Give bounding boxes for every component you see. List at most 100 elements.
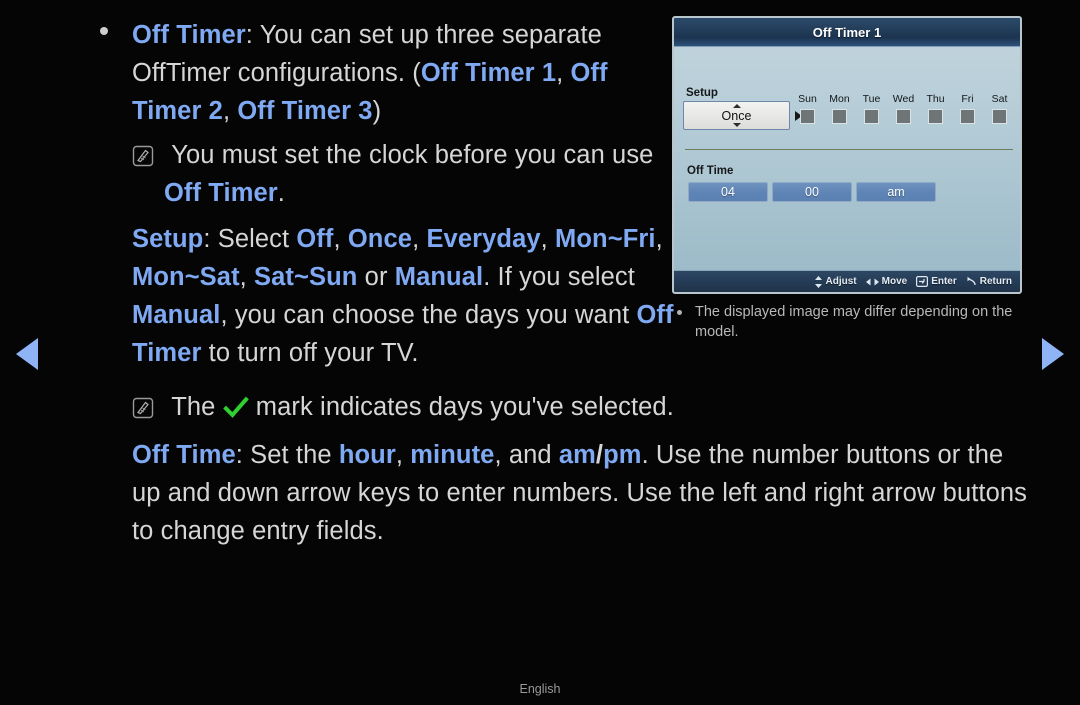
- hint-label: Adjust: [825, 276, 857, 287]
- offtime-t2: ,: [395, 441, 411, 469]
- hint-label: Enter: [931, 276, 957, 287]
- setup-t4: ,: [540, 225, 548, 253]
- day-checkbox[interactable]: [832, 109, 847, 124]
- next-page-arrow[interactable]: [1042, 338, 1064, 370]
- hint-return[interactable]: Return: [966, 276, 1012, 287]
- caption-text: The displayed image may differ depending…: [695, 304, 1013, 340]
- setup-t7: or: [357, 263, 395, 291]
- option-off-timer-1: Off Timer 1: [420, 59, 557, 87]
- off-timer-line2-pre: Timer configurations. (: [165, 59, 421, 87]
- day-column-thu[interactable]: Thu: [920, 93, 951, 124]
- day-label: Thu: [926, 93, 945, 105]
- day-column-wed[interactable]: Wed: [888, 93, 919, 124]
- manual-page: Off Timer: You can set up three separate…: [0, 0, 1080, 705]
- hint-label: Return: [979, 276, 1012, 287]
- hour-field[interactable]: 04: [688, 182, 768, 202]
- day-label: Fri: [961, 93, 974, 105]
- hint-label: Move: [881, 276, 908, 287]
- note-icon: [132, 145, 154, 167]
- day-label: Sun: [798, 93, 817, 105]
- sep-2: ,: [222, 97, 238, 125]
- paragraph-off-timer: Off Timer: You can set up three separate…: [132, 16, 662, 130]
- meridiem-field[interactable]: am: [856, 182, 936, 202]
- setup-l3-pre: you select: [519, 263, 635, 291]
- day-checkbox[interactable]: [960, 109, 975, 124]
- setup-l4-post: to turn off your TV.: [201, 339, 419, 367]
- osd-body: Setup Once Sun Mon Tue Wed Thu Fri Sat O…: [674, 47, 1020, 267]
- bullet-point-marker: [100, 27, 108, 35]
- paren-close: ): [372, 97, 382, 125]
- hint-enter[interactable]: Enter: [916, 276, 957, 287]
- day-label: Wed: [892, 93, 915, 105]
- hint-move[interactable]: Move: [865, 276, 908, 287]
- osd-divider: [685, 149, 1013, 150]
- osd-footer-hints: Adjust Move Enter Return: [674, 270, 1020, 292]
- setup-t3: ,: [412, 225, 427, 253]
- option-manual-2: Manual: [132, 301, 221, 329]
- paragraph-setup: Setup: Select Off, Once, Everyday, Mon~F…: [132, 220, 677, 372]
- updown-arrow-icon: [814, 275, 823, 288]
- osd-time-fields: 04 00 am: [688, 182, 936, 202]
- option-minute: minute: [410, 441, 495, 469]
- term-off-time: Off Time: [132, 441, 236, 469]
- day-label: Tue: [862, 93, 881, 105]
- osd-day-selector: Sun Mon Tue Wed Thu Fri Sat: [792, 93, 1016, 124]
- sep-1: ,: [556, 59, 571, 87]
- day-label: Sat: [991, 93, 1008, 105]
- note2-post: mark indicates days you've selected.: [248, 393, 674, 421]
- option-pm: pm: [603, 441, 642, 469]
- option-am: am: [558, 441, 596, 469]
- caption-bullet-marker: [677, 310, 682, 315]
- option-off-timer-3: Off Timer 3: [237, 97, 373, 125]
- offtime-t1: : Set the: [235, 441, 339, 469]
- day-column-sun[interactable]: Sun: [792, 93, 823, 124]
- offtime-t3: , and: [494, 441, 559, 469]
- check-icon: [222, 393, 249, 418]
- option-once: Once: [347, 225, 413, 253]
- day-checkbox[interactable]: [992, 109, 1007, 124]
- option-manual: Manual: [394, 263, 484, 291]
- day-label: Mon: [829, 93, 850, 105]
- day-column-sat[interactable]: Sat: [984, 93, 1015, 124]
- setup-l3-post: , you can choose the days: [220, 301, 520, 329]
- note-clock-required: You must set the clock before you can us…: [132, 136, 672, 212]
- day-checkbox[interactable]: [896, 109, 911, 124]
- minute-field[interactable]: 00: [772, 182, 852, 202]
- note1-term-off-timer: Off Timer: [164, 179, 278, 207]
- panel-caption: The displayed image may differ depending…: [672, 302, 1032, 342]
- setup-t5: ,: [655, 225, 663, 253]
- setup-t2: ,: [333, 225, 348, 253]
- note-check-mark: The mark indicates days you've selected.: [132, 388, 732, 426]
- offtime-line3: to change entry fields.: [132, 517, 384, 545]
- day-column-mon[interactable]: Mon: [824, 93, 855, 124]
- day-checkbox[interactable]: [928, 109, 943, 124]
- spinner-down-icon[interactable]: [732, 123, 741, 127]
- enter-icon: [916, 276, 929, 287]
- option-mon-sat: Mon~Sat: [132, 263, 240, 291]
- option-sat-sun: Sat~Sun: [254, 263, 358, 291]
- leftright-arrow-icon: [865, 277, 879, 287]
- term-setup: Setup: [132, 225, 204, 253]
- setup-t8: . If: [483, 263, 512, 291]
- offtime-line2: up and down arrow keys to enter numbers.…: [132, 479, 1028, 507]
- spinner-up-icon[interactable]: [732, 104, 741, 108]
- day-column-fri[interactable]: Fri: [952, 93, 983, 124]
- option-everyday: Everyday: [426, 225, 541, 253]
- option-mon-fri: Mon~Fri: [555, 225, 656, 253]
- day-checkbox[interactable]: [800, 109, 815, 124]
- osd-setup-label: Setup: [686, 87, 718, 99]
- language-footer: English: [519, 682, 561, 696]
- osd-title: Off Timer 1: [674, 18, 1020, 47]
- day-column-tue[interactable]: Tue: [856, 93, 887, 124]
- paragraph-off-time: Off Time: Set the hour, minute, and am/p…: [132, 436, 1032, 550]
- option-off: Off: [296, 225, 334, 253]
- previous-page-arrow[interactable]: [16, 338, 38, 370]
- osd-setup-select[interactable]: Once: [683, 101, 790, 130]
- offtime-t5: . Use the number buttons or the: [641, 441, 1004, 469]
- hint-adjust[interactable]: Adjust: [814, 275, 857, 288]
- osd-setup-value: Once: [721, 108, 752, 123]
- note-icon: [132, 397, 154, 419]
- day-checkbox[interactable]: [864, 109, 879, 124]
- setup-t6: ,: [239, 263, 255, 291]
- term-off-timer: Off Timer: [132, 21, 246, 49]
